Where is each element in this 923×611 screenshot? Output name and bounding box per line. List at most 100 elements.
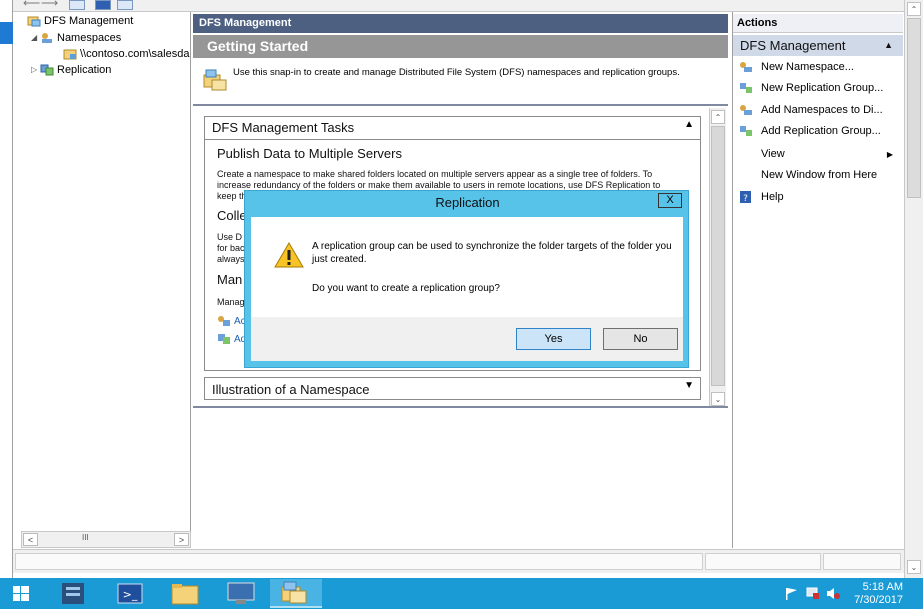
actions-header: Actions	[733, 14, 903, 33]
scroll-right-icon[interactable]: >	[174, 533, 189, 546]
tree-item-label: Namespaces	[57, 32, 122, 44]
action-new-window[interactable]: New Window from Here	[733, 165, 903, 186]
file-explorer-icon	[171, 584, 199, 605]
tree-item-namespace-path[interactable]: \\contoso.com\salesda	[63, 46, 189, 62]
toolbar: ⟵ ⟶	[13, 0, 910, 12]
section-text-line: keep th	[217, 191, 247, 201]
section-text-line: for bac	[217, 243, 245, 253]
action-label: New Namespace...	[761, 61, 854, 73]
taskbar-file-explorer[interactable]	[160, 579, 212, 608]
action-new-replication-group[interactable]: New Replication Group...	[733, 78, 903, 99]
action-label: Help	[761, 191, 784, 203]
scroll-thumb[interactable]	[907, 18, 921, 198]
namespaces-icon	[42, 33, 52, 44]
window-vertical-scrollbar[interactable]: ⌃ ⌄	[904, 0, 923, 578]
tasks-title: DFS Management Tasks	[212, 120, 355, 135]
taskbar-powershell[interactable]: >_	[104, 579, 156, 608]
console-tree: DFS Management ◢ Namespaces \\contoso.com…	[13, 12, 191, 548]
scroll-left-icon[interactable]: <	[23, 533, 38, 546]
replication-icon	[740, 83, 752, 93]
flag-icon[interactable]	[784, 587, 798, 600]
status-bar	[13, 549, 904, 573]
namespace-folder-icon	[63, 49, 77, 60]
expand-illustration-icon[interactable]: ▼	[684, 380, 694, 391]
divider	[193, 406, 728, 408]
status-cell	[15, 553, 703, 570]
section-title-collect: Colle	[217, 208, 247, 223]
status-cell	[705, 553, 821, 570]
taskbar: >_ 5:18 AM 7/30/2017	[0, 578, 923, 609]
tree-item-replication[interactable]: ▷ Replication	[31, 62, 111, 78]
tree-horizontal-scrollbar[interactable]: < III >	[21, 531, 191, 548]
show-hide-tree-icon[interactable]	[69, 0, 85, 10]
action-label: View	[761, 148, 785, 160]
collapse-icon[interactable]: ◢	[31, 30, 40, 46]
show-hide-actions-icon[interactable]	[117, 0, 133, 10]
help-toolbar-icon[interactable]	[95, 0, 111, 10]
section-text-line: Use D	[217, 232, 243, 242]
action-new-namespace[interactable]: New Namespace...	[733, 57, 903, 78]
action-add-namespaces[interactable]: Add Namespaces to Di...	[733, 100, 903, 121]
add-namespace-icon	[218, 316, 230, 326]
scroll-down-icon[interactable]: ⌄	[711, 392, 725, 406]
yes-button[interactable]: Yes	[516, 328, 591, 350]
status-cell	[823, 553, 901, 570]
tree-item-label: Replication	[57, 64, 112, 76]
remote-desktop-icon	[227, 582, 255, 604]
divider	[205, 139, 700, 140]
tree-item-label: \\contoso.com\salesda	[80, 48, 190, 60]
speaker-muted-icon[interactable]	[826, 587, 840, 600]
scroll-thumb[interactable]	[711, 126, 725, 386]
divider	[193, 104, 728, 106]
section-title-publish: Publish Data to Multiple Servers	[217, 146, 402, 161]
collapse-group-icon[interactable]: ▲	[884, 35, 893, 56]
dialog-message: A replication group can be used to synch…	[312, 241, 672, 265]
submenu-arrow-icon: ▶	[886, 150, 893, 159]
back-arrow-icon[interactable]: ⟵	[23, 0, 40, 10]
taskbar-dfs-management[interactable]	[270, 579, 322, 608]
illustration-panel[interactable]: Illustration of a Namespace ▼	[204, 377, 701, 400]
scroll-up-icon[interactable]: ⌃	[711, 110, 725, 124]
action-add-replication-group[interactable]: Add Replication Group...	[733, 121, 903, 142]
expand-icon[interactable]: ▷	[31, 62, 40, 78]
tree-item-dfs-management[interactable]: DFS Management	[27, 13, 133, 29]
start-button[interactable]	[0, 579, 42, 608]
scroll-thumb-grip[interactable]: III	[82, 533, 89, 542]
server-manager-icon	[62, 583, 84, 604]
warning-icon	[274, 242, 304, 268]
section-title-manage: Man	[217, 272, 243, 287]
center-vertical-scrollbar[interactable]: ⌃ ⌄	[709, 108, 726, 408]
dialog-question: Do you want to create a replication grou…	[312, 283, 500, 294]
action-label: New Replication Group...	[761, 82, 884, 94]
system-clock[interactable]: 5:18 AM 7/30/2017	[854, 581, 903, 607]
scroll-down-icon[interactable]: ⌄	[907, 560, 921, 574]
close-button[interactable]: X	[658, 193, 682, 208]
action-view[interactable]: View ▶	[733, 144, 903, 165]
replication-add-icon	[740, 126, 752, 136]
network-icon[interactable]	[806, 587, 820, 600]
tree-item-namespaces[interactable]: ◢ Namespaces	[31, 30, 121, 46]
action-label: New Window from Here	[761, 169, 878, 181]
dialog-body: A replication group can be used to synch…	[251, 217, 683, 317]
namespace-icon	[740, 62, 752, 72]
scroll-up-icon[interactable]: ⌃	[907, 2, 921, 16]
collapse-tasks-icon[interactable]: ▲	[684, 119, 694, 130]
taskbar-remote-desktop[interactable]	[216, 579, 268, 608]
windows-logo-icon	[13, 586, 29, 601]
dfs-management-icon	[281, 581, 307, 604]
action-label: Add Namespaces to Di...	[761, 104, 883, 116]
no-button[interactable]: No	[603, 328, 678, 350]
snapin-description: Use this snap-in to create and manage Di…	[233, 67, 680, 78]
replication-dialog: Replication X A replication group can be…	[244, 190, 689, 368]
taskbar-server-manager[interactable]	[48, 579, 100, 608]
action-label: Add Replication Group...	[761, 125, 881, 137]
action-help[interactable]: ? Help	[733, 187, 903, 208]
tree-item-label: DFS Management	[44, 15, 134, 27]
forward-arrow-icon[interactable]: ⟶	[41, 0, 58, 10]
actions-pane: Actions DFS Management ▲ New Namespace..…	[732, 12, 903, 548]
section-text-line: Create a namespace to make shared folder…	[217, 169, 653, 179]
actions-group-label: DFS Management	[740, 38, 846, 53]
actions-group-dfs-management[interactable]: DFS Management ▲	[733, 35, 903, 56]
dfs-snapin-icon	[203, 69, 227, 91]
clock-date: 7/30/2017	[854, 594, 903, 606]
